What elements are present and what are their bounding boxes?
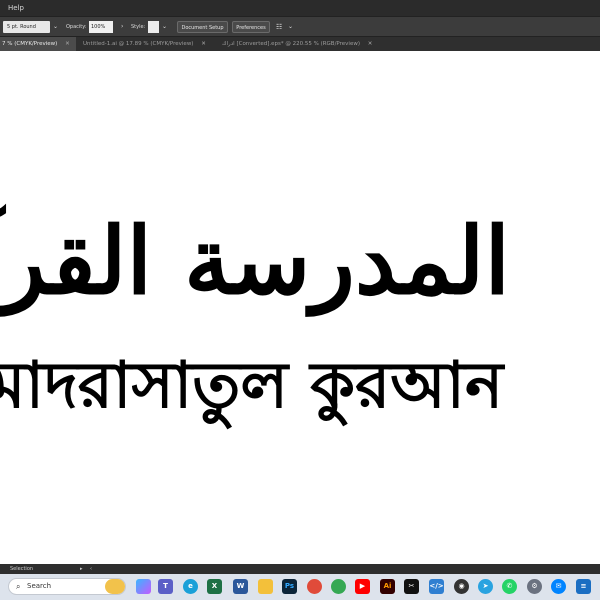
messenger-icon[interactable]: ✉ bbox=[551, 579, 566, 594]
status-play-icon[interactable]: ▸ bbox=[80, 564, 83, 574]
chrome-alt-icon[interactable] bbox=[331, 579, 346, 594]
youtube-icon[interactable]: ▶ bbox=[355, 579, 370, 594]
whatsapp-icon[interactable]: ✆ bbox=[502, 579, 517, 594]
search-icon: ⌕ bbox=[16, 582, 21, 591]
arrange-chevron-icon[interactable]: ⌄ bbox=[288, 21, 293, 33]
tab-document-1[interactable]: 7 % (CMYK/Preview) ✕ bbox=[0, 37, 76, 51]
document-tab-bar: 7 % (CMYK/Preview) ✕ Untitled-1.ai @ 17.… bbox=[0, 37, 600, 51]
artboard-canvas[interactable]: المدرسة القرآن মাদরাসাতুল কুরআন bbox=[0, 51, 600, 564]
close-icon[interactable]: ✕ bbox=[65, 41, 70, 47]
notes-icon[interactable]: ≡ bbox=[576, 579, 591, 594]
opacity-value: 100% bbox=[91, 24, 106, 30]
stroke-value: 5 pt. Round bbox=[7, 24, 36, 30]
bengali-title-text: মাদরাসাতুল কুরআন bbox=[0, 349, 504, 423]
style-chevron-icon[interactable]: ⌄ bbox=[162, 21, 167, 33]
copilot-icon[interactable] bbox=[136, 579, 151, 594]
control-bar: 5 pt. Round ⌄ Opacity: 100% › Style: ⌄ D… bbox=[0, 16, 600, 37]
tab-label: ادراك [Converted].eps* @ 220.55 % (RGB/P… bbox=[222, 41, 360, 47]
chevron-right-icon[interactable]: › bbox=[121, 21, 123, 33]
photoshop-icon[interactable]: Ps bbox=[282, 579, 297, 594]
preferences-button[interactable]: Preferences bbox=[232, 21, 270, 33]
tab-untitled-1[interactable]: Untitled-1.ai @ 17.89 % (CMYK/Preview) ✕ bbox=[83, 37, 218, 51]
obs-icon[interactable]: ◉ bbox=[454, 579, 469, 594]
opacity-input[interactable]: 100% bbox=[89, 21, 113, 33]
chevron-down-icon[interactable]: ⌄ bbox=[53, 21, 58, 33]
arabic-calligraphy-text: المدرسة القرآن bbox=[0, 207, 510, 315]
arrange-documents-icon[interactable]: ☷ bbox=[276, 21, 282, 33]
opacity-label: Opacity: bbox=[66, 24, 87, 30]
teams-icon[interactable]: T bbox=[158, 579, 173, 594]
close-icon[interactable]: ✕ bbox=[368, 41, 373, 47]
style-label: Style: bbox=[131, 24, 146, 30]
close-icon[interactable]: ✕ bbox=[201, 41, 206, 47]
stroke-profile-dropdown[interactable]: 5 pt. Round bbox=[3, 21, 50, 33]
document-setup-button[interactable]: Document Setup bbox=[177, 21, 228, 33]
tab-label: 7 % (CMYK/Preview) bbox=[2, 41, 58, 47]
tab-converted-eps[interactable]: ادراك [Converted].eps* @ 220.55 % (RGB/P… bbox=[222, 37, 372, 51]
illustrator-icon[interactable]: Ai bbox=[380, 579, 395, 594]
excel-icon[interactable]: X bbox=[207, 579, 222, 594]
windows-taskbar: ⌕ Search T e X W Ps ▶ Ai ✂ </> ◉ ➤ ✆ ⚙ ✉… bbox=[0, 574, 600, 600]
menu-help[interactable]: Help bbox=[8, 4, 24, 12]
menu-bar: Help bbox=[0, 0, 600, 16]
chrome-icon[interactable] bbox=[307, 579, 322, 594]
search-highlight-icon[interactable] bbox=[105, 579, 125, 594]
settings-icon[interactable]: ⚙ bbox=[527, 579, 542, 594]
file-explorer-icon[interactable] bbox=[258, 579, 273, 594]
telegram-icon[interactable]: ➤ bbox=[478, 579, 493, 594]
status-arrow-icon[interactable]: ‹ bbox=[90, 564, 92, 574]
status-tool-label: Selection bbox=[10, 566, 34, 572]
capcut-icon[interactable]: ✂ bbox=[404, 579, 419, 594]
tab-label: Untitled-1.ai @ 17.89 % (CMYK/Preview) bbox=[83, 41, 194, 47]
search-placeholder: Search bbox=[27, 582, 52, 590]
word-icon[interactable]: W bbox=[233, 579, 248, 594]
edge-icon[interactable]: e bbox=[183, 579, 198, 594]
vscode-icon[interactable]: </> bbox=[429, 579, 444, 594]
style-swatch[interactable] bbox=[148, 21, 159, 33]
status-bar: Selection ▸ ‹ bbox=[0, 564, 600, 574]
